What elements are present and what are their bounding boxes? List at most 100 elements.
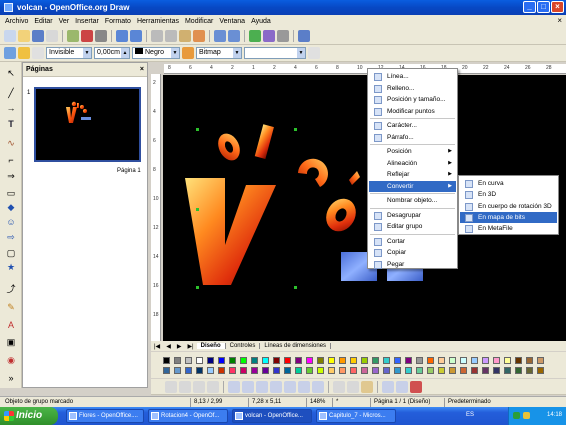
color-swatch[interactable] (482, 367, 489, 374)
basic-shapes-icon[interactable]: ◆ (5, 202, 17, 213)
color-swatch[interactable] (361, 367, 368, 374)
context-menu-item[interactable]: Línea... (369, 71, 456, 82)
color-swatch[interactable] (383, 367, 390, 374)
line-color-select[interactable]: Negro ▼ (132, 47, 180, 59)
snap-edges-icon[interactable] (298, 380, 310, 393)
lines-arrows-icon[interactable]: ⇒ (5, 171, 17, 182)
color-swatch[interactable] (405, 357, 412, 364)
color-swatch[interactable] (163, 357, 170, 364)
color-swatch[interactable] (218, 357, 225, 364)
redo-icon[interactable] (228, 29, 240, 42)
area-fill-select[interactable]: ▼ (244, 47, 306, 59)
mirror-icon[interactable] (179, 380, 191, 393)
submenu-item[interactable]: En MetaFile (460, 223, 557, 234)
color-swatch[interactable] (416, 367, 423, 374)
selection-handle[interactable] (196, 128, 199, 131)
zoom-icon[interactable] (277, 29, 289, 42)
points-tool-icon[interactable]: ⤴ (5, 284, 17, 295)
snap-points-icon[interactable] (284, 380, 296, 393)
minimize-button[interactable]: _ (523, 1, 536, 13)
page-thumbnail[interactable] (34, 87, 141, 162)
color-swatch[interactable] (438, 367, 445, 374)
line-width-field[interactable]: 0,00cm ▲ (94, 47, 130, 59)
color-swatch[interactable] (240, 367, 247, 374)
context-menu-item[interactable]: Posición ▶ (369, 146, 456, 157)
close-icon[interactable]: × (140, 63, 144, 77)
new-document-icon[interactable] (4, 29, 16, 42)
area-style-select[interactable]: Bitmap ▼ (196, 47, 242, 59)
rotate-icon[interactable] (165, 380, 177, 393)
align-icon[interactable] (193, 380, 205, 393)
curve-tool-icon[interactable]: ∿ (5, 138, 17, 149)
task-volcan[interactable]: volcan - OpenOffice... (232, 409, 312, 423)
print-icon[interactable] (95, 29, 107, 42)
color-swatch[interactable] (427, 357, 434, 364)
color-swatch[interactable] (372, 357, 379, 364)
context-menu-item[interactable]: Párrafo... (369, 132, 456, 143)
color-swatch[interactable] (405, 367, 412, 374)
color-swatch[interactable] (229, 367, 236, 374)
stars-icon[interactable]: ★ (5, 262, 17, 273)
maximize-button[interactable]: □ (537, 1, 550, 13)
points-mode-icon[interactable] (333, 380, 345, 393)
block-arrows-icon[interactable]: ⇨ (5, 232, 17, 243)
color-swatch[interactable] (284, 357, 291, 364)
glue-points-icon[interactable]: ✎ (5, 302, 17, 313)
tab-nav-first-icon[interactable]: |◀ (151, 343, 163, 350)
color-swatch[interactable] (328, 357, 335, 364)
color-swatch[interactable] (449, 367, 456, 374)
color-mode-icon[interactable] (410, 380, 422, 393)
submenu-item[interactable]: En curva (460, 178, 557, 189)
from-file-icon[interactable]: ▣ (5, 337, 17, 348)
color-swatch[interactable] (163, 367, 170, 374)
color-swatch[interactable] (174, 367, 181, 374)
color-swatch[interactable] (218, 367, 225, 374)
crop-icon[interactable] (396, 380, 408, 393)
select-arrow-icon[interactable]: ↖ (5, 68, 17, 79)
rectangle-tool-icon[interactable]: ▭ (5, 188, 17, 199)
color-swatch[interactable] (284, 367, 291, 374)
start-button[interactable]: Inicio (0, 407, 58, 425)
color-swatch[interactable] (207, 367, 214, 374)
color-swatch[interactable] (482, 357, 489, 364)
submenu-item[interactable]: En mapa de bits (460, 211, 557, 223)
color-swatch[interactable] (295, 367, 302, 374)
open-icon[interactable] (18, 29, 30, 42)
save-icon[interactable] (32, 29, 44, 42)
color-swatch[interactable] (504, 357, 511, 364)
context-menu-item[interactable]: Reflejar ▶ (369, 169, 456, 180)
area-icon[interactable] (182, 47, 194, 59)
language-indicator[interactable]: ES (466, 412, 474, 418)
color-swatch[interactable] (515, 357, 522, 364)
color-swatch[interactable] (295, 357, 302, 364)
selection-handle[interactable] (294, 128, 297, 131)
status-zoom[interactable]: 148% (306, 398, 332, 407)
tab-diseno[interactable]: Diseño (196, 343, 226, 349)
context-menu-item[interactable]: Alineación ▶ (369, 158, 456, 169)
line-icon[interactable] (18, 47, 30, 59)
task-flores[interactable]: Flores - OpenOffice.... (66, 409, 144, 423)
color-swatch[interactable] (251, 357, 258, 364)
color-swatch[interactable] (350, 367, 357, 374)
color-swatch[interactable] (350, 357, 357, 364)
context-menu-item[interactable]: Convertir ▶ (369, 180, 456, 192)
spellcheck-icon[interactable] (116, 29, 128, 42)
color-swatch[interactable] (515, 367, 522, 374)
arrow-line-icon[interactable]: → (5, 103, 17, 114)
color-swatch[interactable] (493, 357, 500, 364)
color-swatch[interactable] (383, 357, 390, 364)
navigator-icon[interactable] (249, 29, 261, 42)
color-swatch[interactable] (317, 367, 324, 374)
submenu-item[interactable]: En cuerpo de rotación 3D (460, 201, 557, 212)
menu-archivo[interactable]: Archivo (2, 18, 31, 25)
snap-lines-icon[interactable] (242, 380, 254, 393)
color-swatch[interactable] (207, 357, 214, 364)
color-swatch[interactable] (185, 367, 192, 374)
color-swatch[interactable] (339, 357, 346, 364)
context-menu-item[interactable]: Posición y tamaño... (369, 94, 456, 105)
color-swatch[interactable] (537, 357, 544, 364)
image-filter-icon[interactable] (361, 380, 373, 393)
paste-icon[interactable] (179, 29, 191, 42)
selection-handle[interactable] (196, 286, 199, 289)
menu-editar[interactable]: Editar (31, 18, 55, 25)
